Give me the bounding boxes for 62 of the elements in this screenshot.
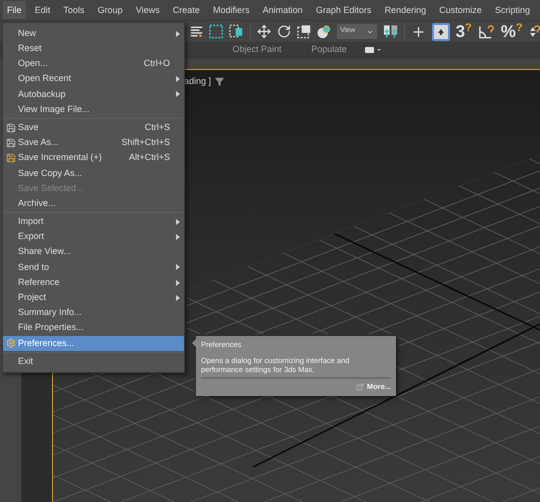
menu-item[interactable]: Import xyxy=(3,214,184,230)
menu-item[interactable]: Open Recent xyxy=(3,72,184,87)
submenu-arrow-icon xyxy=(176,76,180,82)
menu-bar-item[interactable]: Edit xyxy=(30,1,54,19)
menu-bar-item[interactable]: Rendering xyxy=(380,1,430,19)
menu-item[interactable]: Save Ctrl+S xyxy=(3,120,184,136)
window-crossing-icon[interactable] xyxy=(229,24,244,39)
placement-icon[interactable] xyxy=(317,24,332,39)
menu-bar-item[interactable]: File xyxy=(3,1,26,19)
scale-icon[interactable] xyxy=(296,24,312,39)
menu-bar-item[interactable]: Customize xyxy=(435,1,486,19)
toggle-button[interactable] xyxy=(432,22,450,40)
display-dropdown-icon[interactable] xyxy=(365,46,381,54)
move-icon[interactable] xyxy=(256,24,271,39)
menu-bar-item[interactable]: Modifiers xyxy=(208,1,254,19)
menu-item[interactable]: File Properties... xyxy=(3,320,184,336)
menu-item[interactable]: Share View... xyxy=(3,244,184,260)
filter-icon[interactable] xyxy=(215,77,224,86)
angle-snap-icon[interactable] xyxy=(478,24,495,40)
menu-item[interactable]: Reset xyxy=(3,41,184,56)
menu-item[interactable]: Save Incremental (+) Alt+Ctrl+S xyxy=(3,150,184,166)
menu-item[interactable]: Save Copy As... xyxy=(3,166,184,181)
align-icon[interactable] xyxy=(190,24,204,38)
mirror-icon[interactable] xyxy=(383,24,398,39)
submenu-arrow-icon xyxy=(176,30,180,37)
arrow-up-icon xyxy=(436,28,445,36)
menu-bar-item[interactable]: Scripting xyxy=(490,1,534,19)
submenu-arrow-icon xyxy=(176,280,180,286)
menu-item[interactable]: View Image File... xyxy=(3,102,184,118)
dashed-square-icon[interactable] xyxy=(209,24,224,39)
menu-item[interactable]: New xyxy=(3,26,184,42)
ribbon-tab[interactable]: Populate xyxy=(293,42,365,56)
ribbon-tab[interactable]: Object Paint xyxy=(221,42,293,56)
menu-bar-item[interactable]: Views xyxy=(132,1,164,19)
menu-bar-item[interactable]: Graph Editors xyxy=(312,1,376,19)
settings-icon xyxy=(6,338,16,348)
menu-item[interactable]: Save As... Shift+Ctrl+S xyxy=(3,135,184,150)
submenu-arrow-icon xyxy=(176,234,180,240)
menu-bar-item[interactable]: Animation xyxy=(258,1,307,19)
rotate-icon[interactable] xyxy=(276,24,291,39)
menu-item[interactable]: Autobackup xyxy=(3,86,184,102)
viewport-label[interactable]: ading ] xyxy=(184,75,212,88)
menu-item[interactable]: Project xyxy=(3,290,184,306)
menu-item[interactable]: Send to xyxy=(3,260,184,275)
submenu-arrow-icon xyxy=(176,91,180,98)
percent-snap-toggle[interactable]: %? xyxy=(500,23,523,40)
menu-item[interactable]: Preferences... xyxy=(3,336,184,351)
snap-toggle[interactable]: 3? xyxy=(456,23,472,40)
submenu-arrow-icon xyxy=(176,218,180,225)
menu-item[interactable]: Archive... xyxy=(3,196,184,212)
menu-item[interactable]: Summary Info... xyxy=(3,305,184,321)
external-link-icon xyxy=(356,382,364,391)
menu-item[interactable]: Open... Ctrl+O xyxy=(3,56,184,72)
menu-item[interactable]: Exit xyxy=(3,354,184,370)
submenu-arrow-icon xyxy=(176,294,180,301)
menu-item[interactable]: Reference xyxy=(3,275,184,290)
menu-bar-item[interactable]: Create xyxy=(168,1,204,19)
menu-bar-item[interactable]: Tools xyxy=(59,1,88,19)
submenu-arrow-icon xyxy=(176,264,180,270)
menu-bar-item[interactable]: Group xyxy=(94,1,127,19)
menu-item[interactable]: Export xyxy=(3,229,184,245)
spinner-snap-icon[interactable] xyxy=(528,24,540,40)
